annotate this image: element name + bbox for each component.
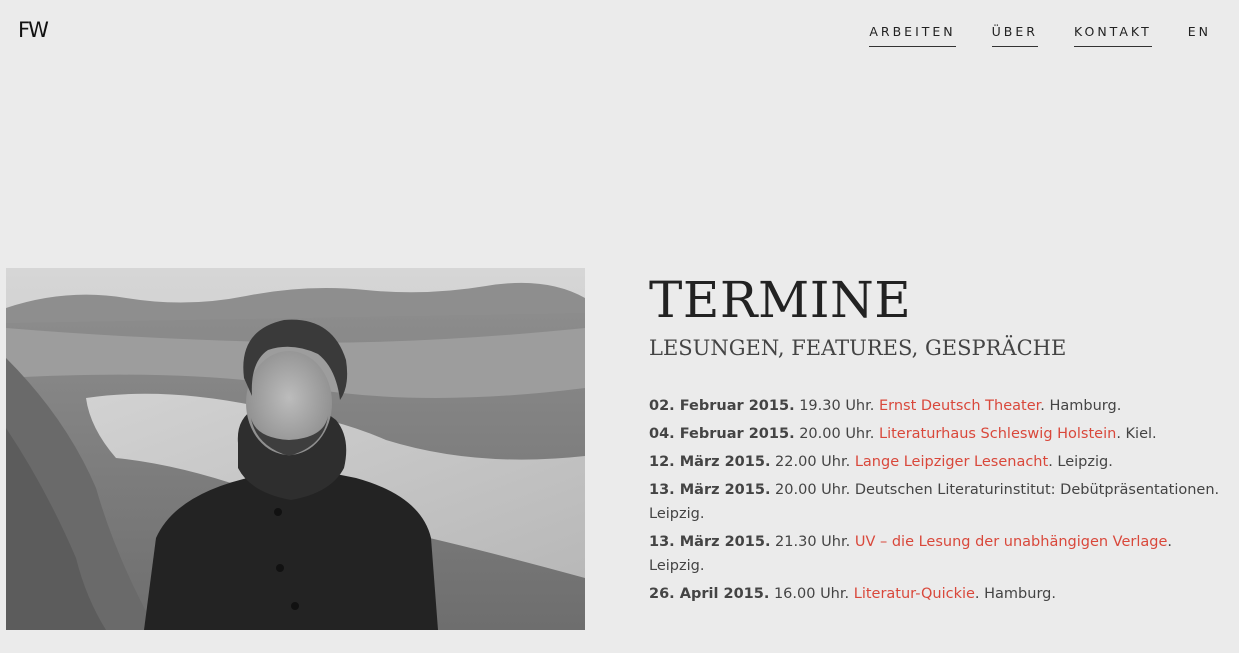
event-date: 13. März 2015. — [649, 534, 771, 551]
event-item: 26. April 2015. 16.00 Uhr. Literatur-Qui… — [649, 582, 1229, 606]
nav-kontakt[interactable]: KONTAKT — [1073, 25, 1152, 47]
event-venue-link[interactable]: Literaturhaus Schleswig Holstein — [879, 426, 1116, 442]
event-time: 20.00 Uhr. — [794, 426, 879, 443]
event-item: 13. März 2015. 20.00 Uhr. Deutschen Lite… — [649, 478, 1229, 526]
event-date: 02. Februar 2015. — [649, 398, 795, 415]
event-date: 12. März 2015. — [649, 454, 771, 471]
event-item: 13. März 2015. 21.30 Uhr. UV – die Lesun… — [649, 530, 1229, 578]
event-item: 12. März 2015. 22.00 Uhr. Lange Leipzige… — [649, 450, 1229, 474]
nav-ueber[interactable]: ÜBER — [991, 25, 1038, 47]
event-date: 13. März 2015. — [649, 482, 771, 499]
author-portrait-photo — [6, 268, 585, 630]
event-venue-link[interactable]: Literatur-Quickie — [854, 586, 975, 602]
main-nav: ARBEITEN ÜBER KONTAKT EN — [833, 25, 1211, 47]
event-venue: Deutschen Literaturinstitut: Debütpräsen… — [854, 482, 1215, 499]
event-item: 04. Februar 2015. 20.00 Uhr. Literaturha… — [649, 422, 1229, 446]
event-venue-link[interactable]: Lange Leipziger Lesenacht — [855, 454, 1048, 470]
event-city: . Hamburg. — [1040, 398, 1122, 415]
nav-language-en[interactable]: EN — [1188, 25, 1211, 46]
event-time: 22.00 Uhr. — [770, 454, 855, 471]
event-city: . Leipzig. — [1048, 454, 1113, 471]
event-time: 16.00 Uhr. — [769, 586, 854, 603]
page-subtitle: LESUNGEN, FEATURES, GESPRÄCHE — [649, 336, 1067, 360]
event-city: . Kiel. — [1116, 426, 1157, 443]
event-list: 02. Februar 2015. 19.30 Uhr. Ernst Deuts… — [649, 394, 1229, 606]
event-venue-link[interactable]: Ernst Deutsch Theater — [879, 398, 1040, 414]
nav-arbeiten[interactable]: ARBEITEN — [869, 25, 956, 47]
event-venue-link[interactable]: UV – die Lesung der unabhängigen Verlage — [855, 534, 1168, 550]
page-title: TERMINE — [649, 271, 912, 329]
site-logo[interactable]: FW — [18, 20, 49, 41]
appointments-section: TERMINE LESUNGEN, FEATURES, GESPRÄCHE 02… — [649, 270, 1229, 610]
event-city: . Hamburg. — [974, 586, 1056, 603]
event-date: 26. April 2015. — [649, 586, 770, 603]
event-time: 21.30 Uhr. — [770, 534, 855, 551]
event-time: 19.30 Uhr. — [794, 398, 879, 415]
event-item: 02. Februar 2015. 19.30 Uhr. Ernst Deuts… — [649, 394, 1229, 418]
event-date: 04. Februar 2015. — [649, 426, 795, 443]
event-time: 20.00 Uhr. — [770, 482, 855, 499]
